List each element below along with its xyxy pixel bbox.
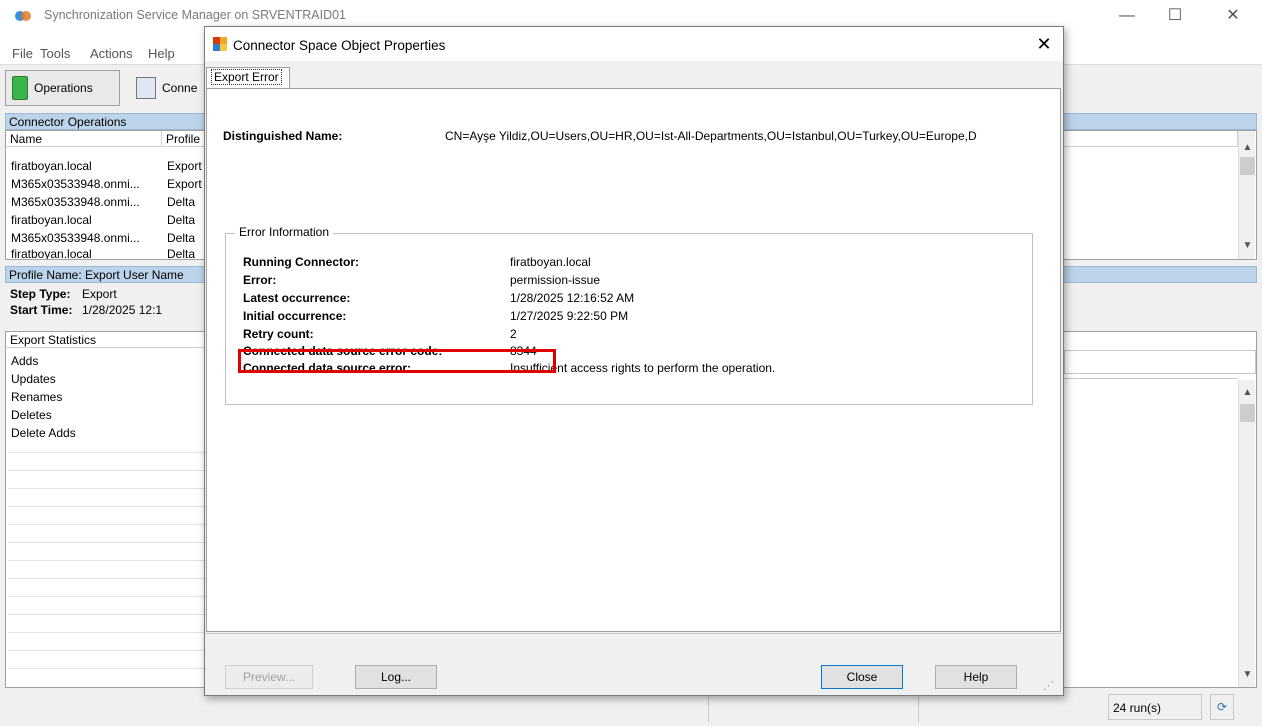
list-item[interactable]: firatboyan.local xyxy=(11,213,92,227)
list-item-profile[interactable]: Delta xyxy=(167,247,195,259)
menu-tools[interactable]: Tools xyxy=(40,46,70,61)
latest-occurrence-label: Latest occurrence: xyxy=(243,291,351,305)
dn-label: Distinguished Name: xyxy=(223,129,343,143)
operations-button[interactable]: Operations xyxy=(5,70,120,106)
dialog-title: Connector Space Object Properties xyxy=(233,38,446,53)
preview-button[interactable]: Preview... xyxy=(225,665,313,689)
tab-export-error[interactable]: Export Error xyxy=(206,67,290,89)
retry-count-value: 2 xyxy=(510,327,517,341)
start-time-label: Start Time: xyxy=(10,303,73,317)
step-type-value: Export xyxy=(82,287,117,301)
list-item-profile[interactable]: Export xyxy=(167,177,202,191)
dialog-app-icon xyxy=(213,37,227,51)
stat-renames[interactable]: Renames xyxy=(11,390,62,404)
dn-value: CN=Ayşe Yildiz,OU=Users,OU=HR,OU=Ist-All… xyxy=(445,129,977,143)
operations-scrollbar[interactable]: ▲ ▼ xyxy=(1238,131,1255,259)
list-item-profile[interactable]: Delta xyxy=(167,213,195,227)
error-code-highlight xyxy=(238,349,556,373)
list-item[interactable]: M365x03533948.onmi... xyxy=(11,177,140,191)
refresh-icon[interactable]: ⟳ xyxy=(1210,694,1234,720)
error-label: Error: xyxy=(243,273,277,287)
log-button[interactable]: Log... xyxy=(355,665,437,689)
scroll-down-icon[interactable]: ▼ xyxy=(1239,237,1256,254)
operations-icon xyxy=(12,76,28,100)
tab-export-error-label: Export Error xyxy=(211,69,282,85)
minimize-icon[interactable]: — xyxy=(1104,0,1150,30)
connectors-icon xyxy=(136,77,156,99)
details-scrollbar[interactable]: ▲ ▼ xyxy=(1238,380,1255,687)
close-button[interactable]: Close xyxy=(821,665,903,689)
retry-count-label: Retry count: xyxy=(243,327,314,341)
list-item[interactable]: firatboyan.local xyxy=(11,247,92,259)
running-connector-value: firatboyan.local xyxy=(510,255,591,269)
main-window-title: Synchronization Service Manager on SRVEN… xyxy=(44,8,346,22)
scroll-up-icon[interactable]: ▲ xyxy=(1239,139,1256,156)
running-connector-label: Running Connector: xyxy=(243,255,359,269)
step-type-label: Step Type: xyxy=(10,287,71,301)
stat-updates[interactable]: Updates xyxy=(11,372,56,386)
error-value: permission-issue xyxy=(510,273,601,287)
list-item[interactable]: firatboyan.local xyxy=(11,159,92,173)
list-item-profile[interactable]: Delta xyxy=(167,195,195,209)
operations-label: Operations xyxy=(34,81,93,95)
app-icon xyxy=(14,9,32,23)
main-close-icon[interactable]: ✕ xyxy=(1210,0,1256,30)
help-button[interactable]: Help xyxy=(935,665,1017,689)
list-item-profile[interactable]: Export xyxy=(167,159,202,173)
scroll-up-icon[interactable]: ▲ xyxy=(1239,384,1256,401)
scroll-thumb[interactable] xyxy=(1240,404,1255,422)
stat-value-field xyxy=(1064,350,1256,374)
initial-occurrence-value: 1/27/2025 9:22:50 PM xyxy=(510,309,629,323)
start-time-value: 1/28/2025 12:1 xyxy=(82,303,163,317)
column-header-name[interactable]: Name xyxy=(6,131,162,147)
menu-help[interactable]: Help xyxy=(148,46,175,61)
scroll-thumb[interactable] xyxy=(1240,157,1255,175)
dialog-close-icon[interactable]: ✕ xyxy=(1025,29,1063,59)
resize-grip-icon[interactable]: ⋰ xyxy=(1043,679,1057,693)
connector-space-object-properties-dialog: Connector Space Object Properties ✕ Expo… xyxy=(204,26,1064,696)
maximize-icon[interactable]: ☐ xyxy=(1152,0,1198,30)
stat-delete-adds[interactable]: Delete Adds xyxy=(11,426,76,440)
list-item[interactable]: M365x03533948.onmi... xyxy=(11,195,140,209)
export-statistics-header: Export Statistics xyxy=(6,332,206,348)
runs-count: 24 run(s) xyxy=(1108,694,1202,720)
stat-deletes[interactable]: Deletes xyxy=(11,408,52,422)
error-information-title: Error Information xyxy=(235,225,334,239)
list-item-profile[interactable]: Delta xyxy=(167,231,195,245)
scroll-down-icon[interactable]: ▼ xyxy=(1239,666,1256,683)
menu-file[interactable]: File xyxy=(12,46,33,61)
menu-actions[interactable]: Actions xyxy=(90,46,133,61)
stat-adds[interactable]: Adds xyxy=(11,354,38,368)
list-item[interactable]: M365x03533948.onmi... xyxy=(11,231,140,245)
latest-occurrence-value: 1/28/2025 12:16:52 AM xyxy=(510,291,635,305)
tab-page: Distinguished Name: CN=Ayşe Yildiz,OU=Us… xyxy=(206,88,1061,632)
initial-occurrence-label: Initial occurrence: xyxy=(243,309,347,323)
connectors-label: Conne xyxy=(162,81,198,95)
